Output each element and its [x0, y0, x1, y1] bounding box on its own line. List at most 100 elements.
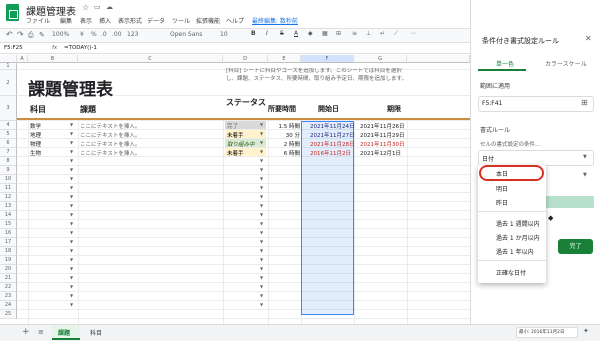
- chevron-down-icon[interactable]: ▼: [260, 212, 263, 217]
- cell-start[interactable]: 2016年11月2日: [310, 149, 351, 157]
- chevron-down-icon[interactable]: ▼: [70, 230, 73, 235]
- row-header[interactable]: 16: [0, 229, 17, 238]
- rotate-icon[interactable]: ⟋: [394, 30, 398, 38]
- row-header[interactable]: 20: [0, 265, 17, 274]
- dropdown-item-year[interactable]: 過去 1 年以内: [496, 247, 534, 256]
- chevron-down-icon[interactable]: ▼: [260, 302, 263, 307]
- col-header-extra[interactable]: [407, 55, 470, 63]
- more-formats-button[interactable]: 123: [127, 31, 138, 38]
- name-box[interactable]: F5:F25: [4, 45, 23, 51]
- cell-task[interactable]: ここにテキストを挿入。: [80, 122, 140, 130]
- print-icon[interactable]: ⎙: [28, 31, 34, 40]
- col-header-a[interactable]: A: [17, 55, 28, 63]
- chevron-down-icon[interactable]: ▼: [70, 149, 73, 154]
- chevron-down-icon[interactable]: ▼: [260, 221, 263, 226]
- last-edit-link[interactable]: 最終編集: 数秒前: [252, 16, 298, 25]
- strikethrough-button[interactable]: S: [280, 30, 284, 37]
- chevron-down-icon[interactable]: ▼: [70, 131, 73, 136]
- col-header-d[interactable]: D: [223, 55, 268, 63]
- chevron-down-icon[interactable]: ▼: [260, 257, 263, 262]
- row-header[interactable]: 10: [0, 175, 17, 184]
- cell-subject[interactable]: 数学: [30, 122, 41, 130]
- chevron-down-icon[interactable]: ▼: [70, 302, 73, 307]
- condition-select[interactable]: [478, 150, 594, 166]
- dropdown-item-month[interactable]: 過去 1 か月以内: [496, 233, 540, 242]
- row-header[interactable]: 11: [0, 184, 17, 193]
- row-header[interactable]: 23: [0, 292, 17, 301]
- paint-format-icon[interactable]: ✎: [39, 31, 45, 39]
- col-header-f[interactable]: F: [301, 55, 354, 63]
- row-header[interactable]: 6: [0, 139, 17, 148]
- chevron-down-icon[interactable]: ▼: [70, 122, 73, 127]
- chevron-down-icon[interactable]: ▼: [260, 284, 263, 289]
- row-header[interactable]: 15: [0, 220, 17, 229]
- dropdown-item-today[interactable]: 本日: [496, 169, 508, 178]
- chevron-down-icon[interactable]: ▼: [260, 239, 263, 244]
- zoom-select[interactable]: 100%: [52, 31, 69, 38]
- chevron-down-icon[interactable]: ▼: [70, 257, 73, 262]
- explore-icon[interactable]: ✦: [583, 327, 589, 335]
- chevron-down-icon[interactable]: ▼: [70, 185, 73, 190]
- cell-task[interactable]: ここにテキストを挿入。: [80, 140, 140, 148]
- borders-icon[interactable]: ▦: [322, 30, 328, 37]
- row-header[interactable]: 8: [0, 157, 17, 166]
- close-icon[interactable]: ✕: [585, 34, 592, 43]
- align-icon[interactable]: ≡: [352, 30, 357, 37]
- cell-task[interactable]: ここにテキストを挿入。: [80, 131, 140, 139]
- corner-cell[interactable]: [0, 55, 17, 63]
- row-header[interactable]: 14: [0, 211, 17, 220]
- valign-icon[interactable]: ⊥: [366, 30, 371, 37]
- add-sheet-button[interactable]: +: [22, 327, 30, 337]
- cell-subject[interactable]: 生物: [30, 149, 41, 157]
- row-header[interactable]: 24: [0, 301, 17, 310]
- row-header[interactable]: 21: [0, 274, 17, 283]
- tab-subjects[interactable]: 科目: [90, 328, 102, 337]
- font-select[interactable]: Open Sans: [170, 31, 202, 38]
- row-header[interactable]: 9: [0, 166, 17, 175]
- more-icon[interactable]: ⋯: [410, 30, 416, 37]
- chevron-down-icon[interactable]: ▼: [70, 293, 73, 298]
- star-icon[interactable]: ☆: [82, 3, 89, 12]
- chevron-down-icon[interactable]: ▼: [70, 167, 73, 172]
- chevron-down-icon[interactable]: ▼: [70, 239, 73, 244]
- menu-file[interactable]: ファイル: [26, 16, 50, 25]
- tab-color-scale[interactable]: カラースケール: [545, 59, 587, 68]
- move-folder-icon[interactable]: ▭: [94, 3, 101, 11]
- chevron-down-icon[interactable]: ▼: [70, 176, 73, 181]
- chevron-down-icon[interactable]: ▼: [260, 203, 263, 208]
- chevron-down-icon[interactable]: ▼: [260, 230, 263, 235]
- menu-view[interactable]: 表示: [80, 16, 92, 25]
- chevron-down-icon[interactable]: ▼: [70, 266, 73, 271]
- row-header[interactable]: 17: [0, 238, 17, 247]
- chevron-down-icon[interactable]: ▼: [260, 293, 263, 298]
- grid-select-icon[interactable]: ⊞: [581, 98, 588, 107]
- row-header[interactable]: 19: [0, 256, 17, 265]
- row-header[interactable]: 22: [0, 283, 17, 292]
- redo-icon[interactable]: ↷: [17, 30, 24, 39]
- chevron-down-icon[interactable]: ▼: [70, 140, 73, 145]
- wrap-icon[interactable]: ↵: [380, 30, 385, 37]
- col-header-e[interactable]: E: [268, 55, 301, 63]
- cell-time[interactable]: 1.5 時間: [278, 122, 301, 130]
- fill-color-icon[interactable]: ◆: [308, 30, 313, 37]
- done-button[interactable]: 完了: [558, 239, 593, 254]
- cell-task[interactable]: ここにテキストを挿入。: [80, 149, 140, 157]
- cell-due[interactable]: 2021年12月1日: [360, 149, 401, 157]
- row-header[interactable]: 3: [0, 96, 17, 121]
- cell-time[interactable]: 30 分: [278, 131, 300, 139]
- cell-subject[interactable]: 地理: [30, 131, 41, 139]
- chevron-down-icon[interactable]: ▼: [70, 275, 73, 280]
- decrease-decimal-button[interactable]: .0: [101, 31, 107, 38]
- chevron-down-icon[interactable]: ▼: [70, 212, 73, 217]
- chevron-down-icon[interactable]: ▼: [260, 275, 263, 280]
- text-color-button[interactable]: A: [294, 30, 298, 37]
- menu-tools[interactable]: ツール: [172, 16, 190, 25]
- currency-button[interactable]: ¥: [80, 31, 84, 38]
- chevron-down-icon[interactable]: ▼: [260, 176, 263, 181]
- tab-single-color[interactable]: 単一色: [496, 59, 514, 68]
- row-header[interactable]: 5: [0, 130, 17, 139]
- chevron-down-icon[interactable]: ▼: [260, 266, 263, 271]
- col-header-b[interactable]: B: [28, 55, 78, 63]
- all-sheets-icon[interactable]: ≡: [38, 328, 44, 336]
- cell-start[interactable]: 2021年11月27日: [310, 131, 355, 139]
